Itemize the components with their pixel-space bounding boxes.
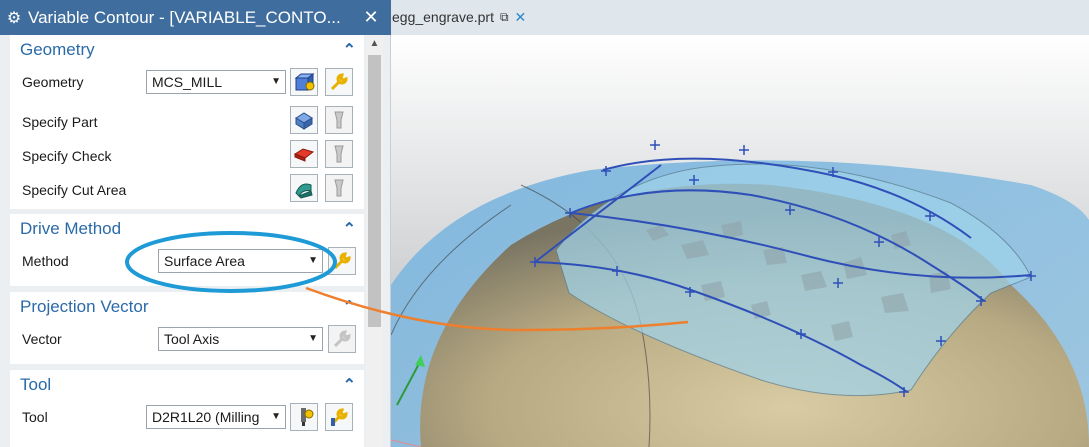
dialog-content: Geometry ⌃ Geometry MCS_MILL ▼ Specify P… xyxy=(10,35,364,447)
dialog-title: Variable Contour - [VARIABLE_CONTO... xyxy=(28,7,341,27)
edit-vector-button[interactable] xyxy=(328,325,356,353)
tool-group: Tool ⌃ Tool D2R1L20 (Milling ▼ xyxy=(10,370,364,447)
close-tab-icon[interactable]: ✕ xyxy=(515,9,527,26)
specify-part-button[interactable] xyxy=(290,106,318,134)
title-bar: ⚙ Variable Contour - [VARIABLE_CONTO... … xyxy=(0,0,1089,35)
specify-cut-area-row: Specify Cut Area xyxy=(10,174,364,208)
part-body-icon xyxy=(295,112,313,130)
specify-check-label: Specify Check xyxy=(22,148,112,164)
dropdown-arrow-icon: ▼ xyxy=(308,333,318,344)
collapse-icon[interactable]: ⌃ xyxy=(343,375,356,395)
geometry-group-header[interactable]: Geometry ⌃ xyxy=(10,35,364,65)
geometry-row: Geometry MCS_MILL ▼ xyxy=(10,66,364,100)
geometry-select-value: MCS_MILL xyxy=(152,74,223,90)
specify-part-row: Specify Part xyxy=(10,106,364,140)
gear-icon: ⚙ xyxy=(6,9,22,27)
geometry-cube-icon xyxy=(294,72,315,92)
show-part-button[interactable] xyxy=(325,106,353,134)
new-tool-button[interactable] xyxy=(290,403,318,431)
dialog-scrollbar[interactable]: ▲ xyxy=(366,35,383,447)
scroll-up-icon[interactable]: ▲ xyxy=(366,38,383,52)
graphics-viewport[interactable] xyxy=(391,35,1089,447)
operation-dialog: Geometry ⌃ Geometry MCS_MILL ▼ Specify P… xyxy=(0,35,391,447)
specify-part-label: Specify Part xyxy=(22,114,98,130)
specify-cut-area-button[interactable] xyxy=(290,174,318,202)
projection-vector-group: Projection Vector ⌃ Vector Tool Axis ▼ xyxy=(10,292,364,364)
wrench-icon xyxy=(333,330,351,348)
close-icon[interactable]: ✕ xyxy=(358,7,384,28)
vector-row: Vector Tool Axis ▼ xyxy=(10,323,364,357)
dropdown-arrow-icon: ▼ xyxy=(308,255,318,266)
cut-area-icon xyxy=(295,183,313,199)
show-check-button[interactable] xyxy=(325,140,353,168)
new-tool-icon xyxy=(301,408,314,426)
dropdown-arrow-icon: ▼ xyxy=(271,76,281,87)
collapse-icon[interactable]: ⌃ xyxy=(343,219,356,239)
check-body-icon xyxy=(293,148,315,162)
dropdown-arrow-icon: ▼ xyxy=(271,411,281,422)
collapse-icon[interactable]: ⌃ xyxy=(343,297,356,317)
method-select[interactable]: Surface Area ▼ xyxy=(158,249,323,273)
tool-label: Tool xyxy=(22,409,48,425)
show-cut-area-button[interactable] xyxy=(325,174,353,202)
geometry-group: Geometry ⌃ Geometry MCS_MILL ▼ Specify P… xyxy=(10,35,364,209)
drive-method-group: Drive Method ⌃ Method Surface Area ▼ xyxy=(10,214,364,286)
method-row: Method Surface Area ▼ xyxy=(10,245,364,279)
tool-group-header[interactable]: Tool ⌃ xyxy=(10,370,364,400)
wrench-icon xyxy=(333,252,351,270)
tool-group-title: Tool xyxy=(20,375,52,394)
tool-row: Tool D2R1L20 (Milling ▼ xyxy=(10,401,364,435)
scrollbar-thumb[interactable] xyxy=(368,55,381,327)
specify-check-row: Specify Check xyxy=(10,140,364,174)
tool-select-value: D2R1L20 (Milling xyxy=(152,409,260,425)
drive-method-group-header[interactable]: Drive Method ⌃ xyxy=(10,214,364,244)
new-geometry-button[interactable] xyxy=(290,68,318,96)
method-select-value: Surface Area xyxy=(164,253,245,269)
file-tab-label: egg_engrave.prt xyxy=(392,9,494,25)
file-tab[interactable]: egg_engrave.prt ⧉ ✕ xyxy=(392,3,526,31)
dialog-title-tab[interactable]: ⚙ Variable Contour - [VARIABLE_CONTO... … xyxy=(0,0,391,35)
edit-tool-button[interactable] xyxy=(325,403,353,431)
geometry-label: Geometry xyxy=(22,74,84,90)
pin-icon[interactable]: ⧉ xyxy=(500,10,509,25)
flashlight-icon xyxy=(334,179,344,197)
geometry-group-title: Geometry xyxy=(20,40,95,59)
vector-select[interactable]: Tool Axis ▼ xyxy=(158,327,323,351)
tool-select[interactable]: D2R1L20 (Milling ▼ xyxy=(146,405,286,429)
projection-vector-group-title: Projection Vector xyxy=(20,297,149,316)
edit-geometry-button[interactable] xyxy=(325,68,353,96)
geometry-select[interactable]: MCS_MILL ▼ xyxy=(146,70,286,94)
drive-method-group-title: Drive Method xyxy=(20,219,122,238)
wrench-icon xyxy=(330,73,348,91)
vector-label: Vector xyxy=(22,331,62,347)
flashlight-icon xyxy=(334,145,344,163)
edit-tool-icon xyxy=(330,408,348,426)
flashlight-icon xyxy=(334,111,344,129)
projection-vector-group-header[interactable]: Projection Vector ⌃ xyxy=(10,292,364,322)
specify-cut-area-label: Specify Cut Area xyxy=(22,182,127,198)
collapse-icon[interactable]: ⌃ xyxy=(343,40,356,60)
specify-check-button[interactable] xyxy=(290,140,318,168)
vector-select-value: Tool Axis xyxy=(164,331,220,347)
method-label: Method xyxy=(22,253,69,269)
edit-drive-method-button[interactable] xyxy=(328,247,356,275)
